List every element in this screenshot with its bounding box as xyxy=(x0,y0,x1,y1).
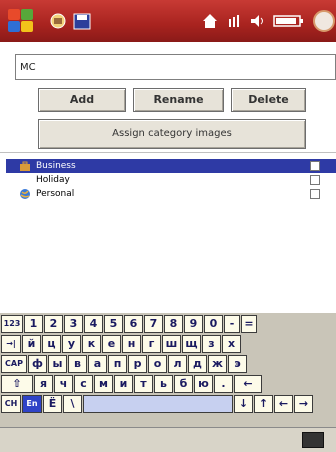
keyboard-icon[interactable] xyxy=(302,432,324,448)
key[interactable]: и xyxy=(114,375,133,393)
key[interactable]: = xyxy=(241,315,257,333)
key[interactable]: м xyxy=(94,375,113,393)
key[interactable]: э xyxy=(228,355,247,373)
backspace-key[interactable]: ← xyxy=(234,375,262,393)
key[interactable]: г xyxy=(142,335,161,353)
list-item-business[interactable]: Business xyxy=(6,159,336,173)
key[interactable]: р xyxy=(128,355,147,373)
keyboard-row-2: →| й ц у к е н г ш щ з х xyxy=(0,335,336,354)
key[interactable]: н xyxy=(122,335,141,353)
space-key[interactable] xyxy=(83,395,233,413)
key[interactable]: ь xyxy=(154,375,173,393)
key[interactable]: Ë xyxy=(43,395,62,413)
delete-button[interactable]: Delete xyxy=(231,88,306,112)
keyboard-row-3: CAP ф ы в а п р о л д ж э xyxy=(0,355,336,374)
add-button[interactable]: Add xyxy=(38,88,126,112)
key[interactable]: я xyxy=(34,375,53,393)
ok-button[interactable] xyxy=(313,10,335,32)
key[interactable]: а xyxy=(88,355,107,373)
key[interactable]: з xyxy=(202,335,221,353)
key[interactable]: т xyxy=(134,375,153,393)
title-bar xyxy=(0,0,336,42)
key[interactable]: б xyxy=(174,375,193,393)
globe-icon xyxy=(20,189,30,199)
arrow-down-key[interactable]: ↓ xyxy=(234,395,253,413)
home-icon[interactable] xyxy=(202,13,218,29)
list-item-label: Holiday xyxy=(36,175,70,185)
key[interactable]: д xyxy=(188,355,207,373)
tab-key[interactable]: →| xyxy=(1,335,21,353)
keyboard-row-4: ⇧ я ч с м и т ь б ю . ← xyxy=(0,375,336,394)
list-item-label: Business xyxy=(36,161,76,171)
key[interactable]: - xyxy=(224,315,240,333)
assign-category-images-button[interactable]: Assign category images xyxy=(38,119,306,149)
key[interactable]: щ xyxy=(182,335,201,353)
bottom-menu-bar xyxy=(0,427,336,452)
keyboard-row-5: CH En Ë \ ↓ ↑ ← → xyxy=(0,395,336,414)
key[interactable]: й xyxy=(22,335,41,353)
key[interactable]: е xyxy=(102,335,121,353)
key[interactable]: 1 xyxy=(24,315,43,333)
arrow-up-key[interactable]: ↑ xyxy=(254,395,273,413)
key[interactable]: 7 xyxy=(144,315,163,333)
key[interactable]: с xyxy=(74,375,93,393)
category-checkbox[interactable] xyxy=(310,189,320,199)
keyboard-row-numbers: 123 1 2 3 4 5 6 7 8 9 0 - = xyxy=(0,315,336,334)
key[interactable]: ш xyxy=(162,335,181,353)
key[interactable]: 0 xyxy=(204,315,223,333)
category-list: Business Holiday Personal xyxy=(6,159,336,201)
rename-button[interactable]: Rename xyxy=(133,88,224,112)
app-toolbar-icons[interactable] xyxy=(50,12,94,30)
category-checkbox[interactable] xyxy=(310,161,320,171)
key[interactable]: ц xyxy=(42,335,61,353)
key[interactable]: в xyxy=(68,355,87,373)
caps-key[interactable]: CAP xyxy=(1,355,27,373)
language-key[interactable]: En xyxy=(22,395,42,413)
soft-keyboard: 123 1 2 3 4 5 6 7 8 9 0 - = →| й ц у к е… xyxy=(0,313,336,427)
key[interactable]: . xyxy=(214,375,233,393)
briefcase-icon xyxy=(20,161,30,171)
key[interactable]: х xyxy=(222,335,241,353)
key[interactable]: 8 xyxy=(164,315,183,333)
divider xyxy=(0,152,336,153)
key[interactable]: 6 xyxy=(124,315,143,333)
category-name-input[interactable] xyxy=(15,54,336,80)
key[interactable]: о xyxy=(148,355,167,373)
key[interactable]: ф xyxy=(28,355,47,373)
key[interactable]: ч xyxy=(54,375,73,393)
list-item-label: Personal xyxy=(36,189,75,199)
key[interactable]: у xyxy=(62,335,81,353)
key[interactable]: 5 xyxy=(104,315,123,333)
key[interactable]: 9 xyxy=(184,315,203,333)
key[interactable]: ы xyxy=(48,355,67,373)
key[interactable]: л xyxy=(168,355,187,373)
key[interactable]: к xyxy=(82,335,101,353)
arrow-right-key[interactable]: → xyxy=(294,395,313,413)
ctrl-key[interactable]: CH xyxy=(1,395,21,413)
key[interactable]: ю xyxy=(194,375,213,393)
key[interactable]: 123 xyxy=(1,315,23,333)
arrow-left-key[interactable]: ← xyxy=(274,395,293,413)
battery-icon[interactable] xyxy=(273,13,305,29)
key[interactable]: 4 xyxy=(84,315,103,333)
shift-key[interactable]: ⇧ xyxy=(1,375,33,393)
volume-icon[interactable] xyxy=(250,13,266,29)
key[interactable]: \ xyxy=(63,395,82,413)
start-menu-icon[interactable] xyxy=(8,9,34,33)
key[interactable]: ж xyxy=(208,355,227,373)
key[interactable]: п xyxy=(108,355,127,373)
connectivity-icon[interactable] xyxy=(228,13,242,29)
key[interactable]: 3 xyxy=(64,315,83,333)
category-checkbox[interactable] xyxy=(310,175,320,185)
list-item-holiday[interactable]: Holiday xyxy=(6,173,336,187)
list-item-personal[interactable]: Personal xyxy=(6,187,336,201)
key[interactable]: 2 xyxy=(44,315,63,333)
